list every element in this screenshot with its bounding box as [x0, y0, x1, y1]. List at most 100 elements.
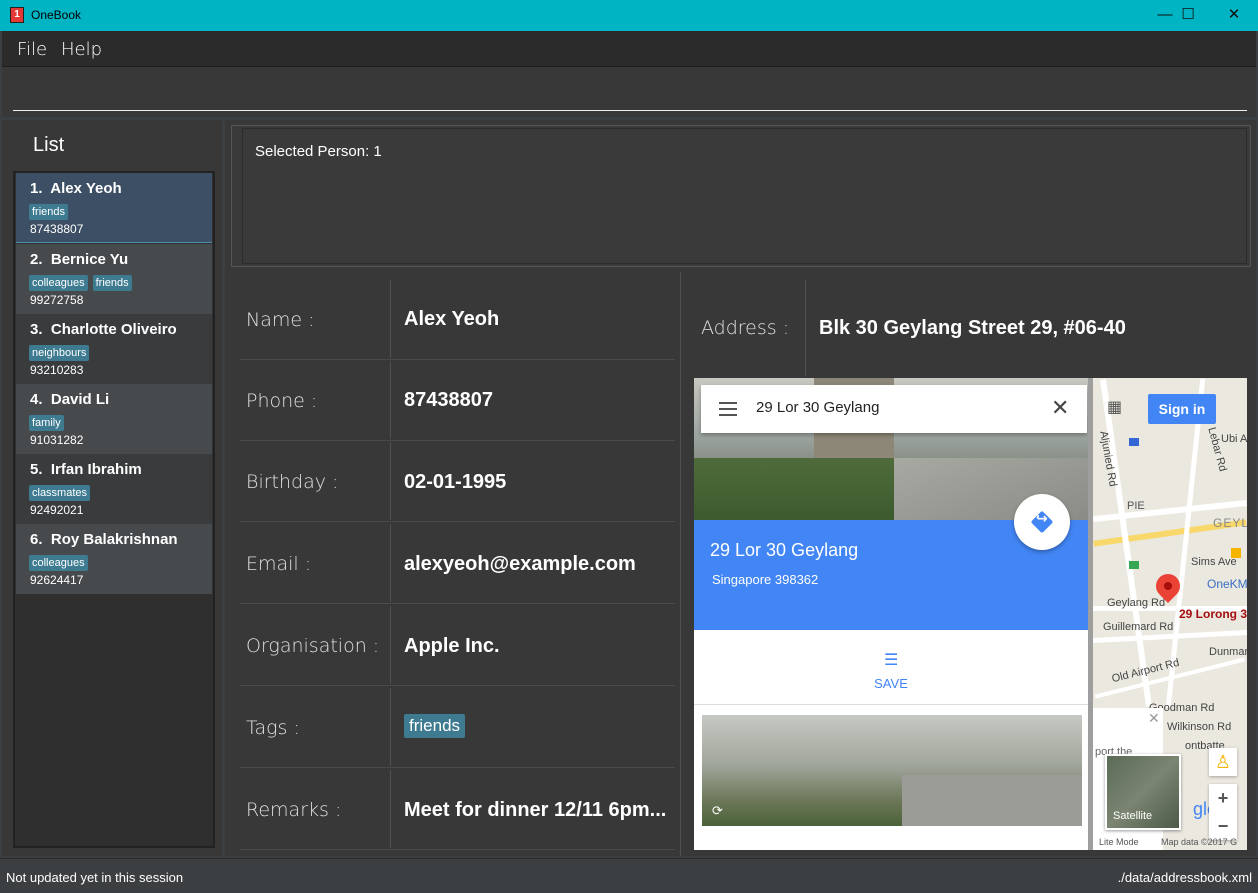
person-card[interactable]: 1. Alex Yeoh friends 87438807 — [16, 173, 212, 243]
person-card[interactable]: 4. David Li family 91031282 — [16, 384, 212, 454]
menu-icon[interactable] — [719, 402, 737, 416]
street-label: Ubi A — [1221, 433, 1247, 445]
tag-badge: colleagues — [29, 555, 88, 571]
person-card[interactable]: 3. Charlotte Oliveiro neighbours 9321028… — [16, 314, 212, 384]
divider — [390, 688, 391, 766]
address-label: Address : — [701, 317, 790, 339]
lite-mode-label: Lite Mode — [1099, 837, 1139, 847]
satellite-toggle[interactable]: Satellite — [1105, 754, 1181, 830]
poi-marker — [1129, 561, 1139, 569]
person-card[interactable]: 5. Irfan Ibrahim classmates 92492021 — [16, 454, 212, 524]
detail-row-email: Email : alexyeoh@example.com — [240, 524, 675, 604]
save-label: SAVE — [874, 676, 908, 691]
maximize-icon[interactable]: ☐ — [1165, 0, 1211, 31]
detail-label: Email : — [246, 553, 312, 575]
place-label: OneKM — [1207, 577, 1247, 591]
result-inner — [242, 128, 1247, 264]
person-card[interactable]: 2. Bernice Yu colleagues friends 99272758 — [16, 244, 212, 314]
divider — [390, 524, 391, 602]
tag-badge: family — [29, 415, 64, 431]
divider — [390, 280, 391, 358]
title-bar: 1 OneBook — ☐ ✕ — [0, 0, 1258, 31]
menu-bar: File Help — [2, 31, 1256, 67]
result-text: Selected Person: 1 — [255, 143, 382, 160]
photo-section: ⟳ — [694, 705, 1088, 850]
person-tags: friends — [29, 202, 73, 220]
column-divider — [680, 272, 681, 856]
pegman-icon[interactable]: ♙ — [1209, 748, 1237, 776]
street-photo[interactable]: ⟳ — [702, 715, 1082, 826]
apps-grid-icon[interactable]: ▦ — [1107, 399, 1127, 417]
detail-row-phone: Phone : 87438807 — [240, 361, 675, 441]
detail-label: Organisation : — [246, 635, 380, 657]
person-list[interactable]: 1. Alex Yeoh friends 87438807 2. Bernice… — [13, 171, 215, 848]
person-name: Roy Balakrishnan — [50, 531, 178, 548]
detail-row-tags: Tags : friends — [240, 688, 675, 768]
map-search-text[interactable]: 29 Lor 30 Geylang — [756, 399, 879, 416]
detail-row-birthday: Birthday : 02-01-1995 — [240, 442, 675, 522]
file-path: ./data/addressbook.xml — [1117, 870, 1252, 885]
detail-label: Name : — [246, 309, 315, 331]
person-index: 2. — [30, 251, 43, 268]
poi-marker — [1129, 438, 1139, 446]
tag-badge: friends — [404, 714, 466, 738]
poi-marker — [1231, 548, 1241, 558]
street-label: Wilkinson Rd — [1167, 721, 1232, 733]
map-data-label: Map data ©2017 G — [1161, 837, 1238, 847]
person-card[interactable]: 6. Roy Balakrishnan colleagues 92624417 — [16, 524, 212, 594]
zoom-in-button[interactable]: + — [1209, 784, 1237, 812]
detail-value: 02-01-1995 — [404, 471, 507, 493]
divider — [390, 606, 391, 684]
detail-value: Alex Yeoh — [404, 308, 500, 330]
person-phone: 99272758 — [30, 293, 84, 307]
close-icon[interactable]: ✕ — [1211, 0, 1257, 31]
divider — [390, 442, 391, 520]
person-phone: 91031282 — [30, 433, 84, 447]
rotate-360-icon: ⟳ — [712, 803, 723, 818]
detail-value: Meet for dinner 12/11 6pm... — [404, 799, 667, 821]
zoom-out-button[interactable]: − — [1209, 812, 1237, 840]
person-phone: 87438807 — [30, 222, 84, 236]
map-search-box[interactable]: 29 Lor 30 Geylang ✕ — [701, 385, 1087, 433]
satellite-label: Satellite — [1113, 810, 1153, 822]
detail-value: Apple Inc. — [404, 635, 500, 657]
place-address: Singapore 398362 — [712, 572, 819, 587]
list-title: List — [33, 134, 65, 156]
person-index: 6. — [30, 531, 43, 548]
street-label: Dunman — [1209, 646, 1247, 658]
close-icon[interactable]: ✕ — [1051, 395, 1069, 421]
menu-help[interactable]: Help — [61, 39, 102, 60]
result-display: Selected Person: 1 — [231, 125, 1251, 267]
street-label: PIE — [1127, 500, 1145, 512]
detail-value: 87438807 — [404, 389, 493, 411]
sign-in-button[interactable]: Sign in — [1148, 394, 1216, 424]
map-tiles[interactable]: ▦ Sign in Aljunied Rd Lebar Rd Ubi A PIE… — [1092, 378, 1247, 850]
person-phone: 92492021 — [30, 503, 84, 517]
person-tags: colleagues — [29, 553, 93, 571]
person-index: 1. — [30, 180, 43, 197]
detail-label: Phone : — [246, 390, 318, 412]
person-name: David Li — [50, 391, 110, 408]
person-tags: neighbours — [29, 343, 94, 361]
person-tags: family — [29, 413, 69, 431]
command-input[interactable] — [13, 77, 1247, 111]
person-index: 4. — [30, 391, 43, 408]
detail-value: alexyeoh@example.com — [404, 553, 636, 575]
menu-file[interactable]: File — [17, 39, 47, 60]
place-card: ↪ 29 Lor 30 Geylang Singapore 398362 — [694, 494, 1088, 630]
map-embed[interactable]: 29 Lor 30 Geylang ✕ ↪ 29 Lor 30 Geylang … — [694, 378, 1247, 850]
arrow-icon: ↪ — [1036, 510, 1048, 526]
person-name: Alex Yeoh — [50, 180, 122, 197]
close-icon[interactable]: ✕ — [1148, 710, 1160, 727]
detail-row-organisation: Organisation : Apple Inc. — [240, 606, 675, 686]
tag-badge: friends — [92, 275, 132, 291]
sync-status: Not updated yet in this session — [6, 870, 184, 885]
app-icon: 1 — [10, 7, 24, 23]
save-button[interactable]: ☰ SAVE — [694, 630, 1088, 705]
detail-row-remarks: Remarks : Meet for dinner 12/11 6pm... — [240, 770, 675, 850]
status-bar: Not updated yet in this session ./data/a… — [0, 858, 1258, 893]
save-list-icon: ☰ — [884, 652, 899, 669]
directions-button[interactable]: ↪ — [1014, 494, 1070, 550]
person-phone: 92624417 — [30, 573, 84, 587]
divider — [805, 280, 806, 376]
